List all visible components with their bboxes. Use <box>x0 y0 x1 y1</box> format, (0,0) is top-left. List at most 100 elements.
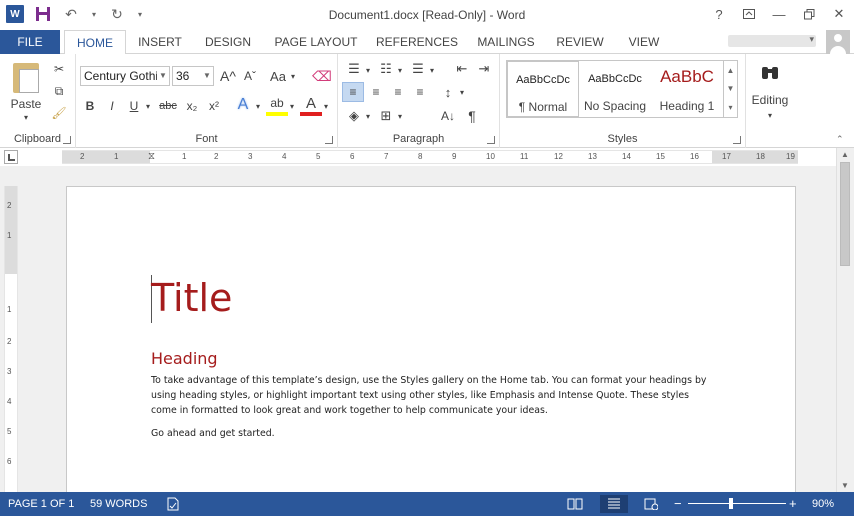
copy-icon[interactable]: ⧉ <box>50 82 68 100</box>
help-button[interactable]: ? <box>704 0 734 28</box>
zoom-level[interactable]: 90% <box>812 492 834 516</box>
tab-file[interactable]: FILE <box>0 30 60 54</box>
proofing-icon[interactable] <box>162 495 184 513</box>
shading-dropdown-icon[interactable]: ▾ <box>364 108 372 124</box>
document-heading[interactable]: Heading <box>151 349 218 368</box>
zoom-slider[interactable] <box>688 503 786 504</box>
tab-selector[interactable] <box>4 150 18 164</box>
borders-dropdown-icon[interactable]: ▾ <box>396 108 404 124</box>
font-color-dropdown-icon[interactable]: ▾ <box>322 98 330 114</box>
highlight-color-icon[interactable]: ab <box>266 94 288 116</box>
font-color-icon[interactable]: A <box>300 94 322 116</box>
styles-more-icon[interactable]: ▾ <box>728 103 732 112</box>
horizontal-ruler[interactable]: 2 1 ⧖ 1 2 3 4 5 6 7 8 9 10 11 12 13 14 1… <box>62 150 798 164</box>
font-launcher-icon[interactable] <box>325 136 333 144</box>
word-count[interactable]: 59 WORDS <box>90 492 147 516</box>
text-effects-icon[interactable]: A <box>232 94 254 116</box>
font-family-select[interactable]: Century Gothic ▼ <box>80 66 170 86</box>
styles-scroll[interactable]: ▲ ▼ ▾ <box>723 61 737 117</box>
web-layout-icon[interactable] <box>640 495 662 513</box>
shading-icon[interactable]: ◈ <box>344 106 364 126</box>
numbering-icon[interactable]: ☷ <box>376 60 396 78</box>
clear-formatting-icon[interactable]: ⌫ <box>312 66 332 86</box>
align-center-button[interactable]: ≡ <box>366 82 386 102</box>
editing-dropdown-icon[interactable]: ▾ <box>764 110 776 120</box>
font-size-select[interactable]: 36 ▼ <box>172 66 214 86</box>
undo-dropdown-icon[interactable]: ▾ <box>90 5 98 23</box>
page-count[interactable]: PAGE 1 OF 1 <box>8 492 74 516</box>
scroll-up-icon[interactable]: ▲ <box>841 150 849 159</box>
ribbon-display-options-icon[interactable] <box>734 0 764 28</box>
read-mode-icon[interactable] <box>564 495 586 513</box>
print-layout-icon[interactable] <box>600 495 628 513</box>
binoculars-icon[interactable] <box>756 60 784 86</box>
borders-icon[interactable]: ⊞ <box>376 106 396 126</box>
zoom-out-button[interactable]: − <box>674 492 682 516</box>
redo-icon[interactable]: ↻ <box>108 5 126 23</box>
italic-button[interactable]: I <box>102 96 122 116</box>
strikethrough-button[interactable]: abc <box>156 96 180 116</box>
save-icon[interactable] <box>34 5 52 23</box>
paste-dropdown-icon[interactable]: ▾ <box>20 112 32 122</box>
highlight-dropdown-icon[interactable]: ▾ <box>288 98 296 114</box>
paragraph-launcher-icon[interactable] <box>487 136 495 144</box>
align-right-button[interactable]: ≡ <box>388 82 408 102</box>
subscript-button[interactable]: x₂ <box>182 96 202 116</box>
tab-mailings[interactable]: MAILINGS <box>472 30 540 54</box>
account-name[interactable] <box>728 35 816 47</box>
document-paragraph[interactable]: To take advantage of this template’s des… <box>151 373 711 418</box>
word-app-icon[interactable]: W <box>6 5 24 23</box>
zoom-slider-thumb[interactable] <box>729 498 733 509</box>
document-title[interactable]: Title <box>151 275 232 321</box>
justify-button[interactable]: ≡ <box>410 82 430 102</box>
bold-button[interactable]: B <box>80 96 100 116</box>
tab-review[interactable]: REVIEW <box>552 30 608 54</box>
styles-launcher-icon[interactable] <box>733 136 741 144</box>
collapse-ribbon-icon[interactable]: ⌃ <box>836 134 846 144</box>
change-case-icon[interactable]: Aa <box>268 66 288 86</box>
line-spacing-dropdown-icon[interactable]: ▾ <box>458 84 466 100</box>
document-page[interactable]: Title Heading To take advantage of this … <box>66 186 796 492</box>
bullets-dropdown-icon[interactable]: ▾ <box>364 62 372 78</box>
zoom-in-button[interactable]: + <box>789 492 797 516</box>
maximize-icon[interactable] <box>794 0 824 28</box>
scroll-thumb[interactable] <box>840 162 850 266</box>
align-left-button[interactable]: ≡ <box>342 82 364 102</box>
account-dropdown-icon[interactable]: ▾ <box>809 34 814 45</box>
line-spacing-icon[interactable]: ↕ <box>438 82 458 102</box>
close-icon[interactable]: ✕ <box>824 0 854 28</box>
cut-icon[interactable]: ✂ <box>50 60 68 78</box>
customize-qat-icon[interactable]: ▾ <box>136 5 144 23</box>
decrease-indent-icon[interactable]: ⇤ <box>452 60 472 78</box>
clipboard-launcher-icon[interactable] <box>63 136 71 144</box>
sort-icon[interactable]: A↓ <box>438 106 458 126</box>
tab-view[interactable]: VIEW <box>620 30 668 54</box>
tab-design[interactable]: DESIGN <box>196 30 260 54</box>
paste-icon[interactable] <box>10 60 42 96</box>
change-case-dropdown-icon[interactable]: ▾ <box>288 68 298 84</box>
underline-dropdown-icon[interactable]: ▾ <box>144 98 152 114</box>
show-formatting-marks-button[interactable]: ¶ <box>462 106 482 126</box>
multilevel-dropdown-icon[interactable]: ▾ <box>428 62 436 78</box>
superscript-button[interactable]: x² <box>204 96 224 116</box>
vertical-ruler[interactable]: 2 1 1 2 3 4 5 6 <box>4 186 18 492</box>
format-painter-icon[interactable]: 🖌 <box>50 104 68 122</box>
font-size-dropdown-icon[interactable]: ▼ <box>201 67 213 85</box>
style-no-spacing[interactable]: AaBbCcDc No Spacing <box>579 61 651 117</box>
multilevel-list-icon[interactable]: ☰ <box>408 60 428 78</box>
increase-indent-icon[interactable]: ⇥ <box>474 60 494 78</box>
bullets-icon[interactable]: ☰ <box>344 60 364 78</box>
style-normal[interactable]: AaBbCcDc ¶ Normal <box>507 61 579 117</box>
document-paragraph-2[interactable]: Go ahead and get started. <box>151 428 275 439</box>
minimize-icon[interactable]: — <box>764 0 794 28</box>
tab-references[interactable]: REFERENCES <box>374 30 460 54</box>
tab-page-layout[interactable]: PAGE LAYOUT <box>270 30 362 54</box>
scroll-down-icon[interactable]: ▼ <box>841 481 849 490</box>
undo-icon[interactable]: ↶ <box>62 5 80 23</box>
underline-button[interactable]: U <box>124 96 144 116</box>
shrink-font-icon[interactable]: Aˇ <box>240 66 260 86</box>
avatar[interactable] <box>826 30 850 54</box>
numbering-dropdown-icon[interactable]: ▾ <box>396 62 404 78</box>
tab-home[interactable]: HOME <box>64 30 126 55</box>
indent-marker-icon[interactable]: ⧖ <box>148 151 155 163</box>
